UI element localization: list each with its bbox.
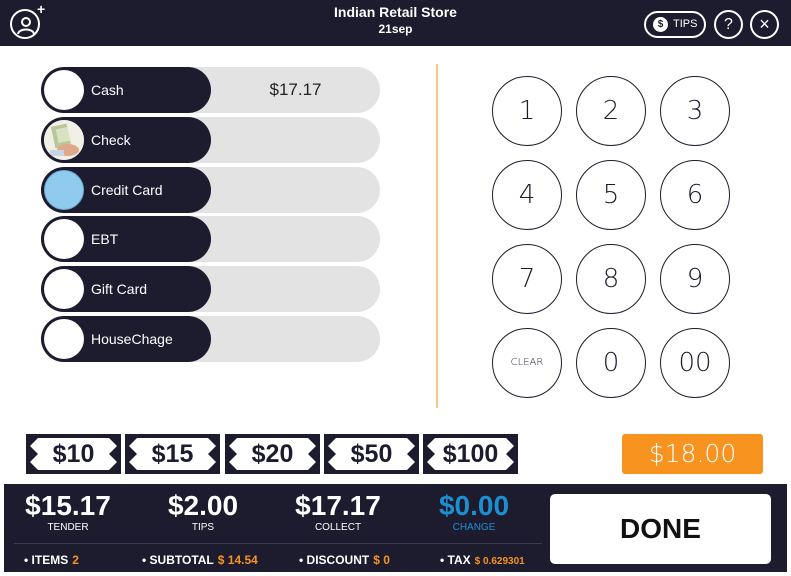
payment-amount[interactable]: $17.17	[211, 80, 380, 100]
subtotal-summary: • SUBTOTAL $ 14.54	[142, 553, 258, 567]
change-value: $0.00	[438, 490, 510, 521]
credit-card-icon	[44, 170, 84, 210]
payment-method-credit-card[interactable]: Credit Card	[41, 167, 380, 213]
payment-method-label: Gift Card	[91, 281, 148, 297]
summary-footer: $15.17 TENDER $2.00 TIPS $17.17 COLLECT …	[4, 484, 787, 572]
keypad-key-9[interactable]: 9	[660, 244, 730, 314]
quick-cash-20-button[interactable]: $20	[225, 434, 320, 474]
discount-label: • DISCOUNT	[299, 553, 370, 567]
payment-method-pill[interactable]: EBT	[41, 216, 211, 262]
tips-value: $2.00	[167, 490, 239, 521]
check-photo-icon	[44, 120, 84, 160]
header-bar: + Indian Retail Store 21sep $ TIPS ? ×	[0, 0, 791, 46]
payment-method-pill[interactable]: Gift Card	[41, 266, 211, 312]
subtotal-value: $ 14.54	[217, 553, 258, 567]
quick-cash-label: $50	[350, 440, 393, 468]
keypad-key-1[interactable]: 1	[492, 76, 562, 146]
help-button[interactable]: ?	[714, 10, 743, 39]
collect-label: COLLECT	[314, 522, 362, 533]
payment-method-cash[interactable]: Cash $17.17	[41, 67, 380, 113]
payment-method-check[interactable]: Check	[41, 117, 380, 163]
tax-summary: • TAX $ 0.629301	[440, 553, 525, 567]
done-button[interactable]: DONE	[550, 494, 771, 564]
tips-stat-label: TIPS	[191, 522, 215, 533]
tips-button[interactable]: $ TIPS	[644, 11, 706, 38]
payment-method-label: Cash	[91, 82, 124, 98]
keypad-clear-button[interactable]: CLEAR	[492, 328, 562, 398]
keypad-key-5[interactable]: 5	[576, 160, 646, 230]
items-summary: • ITEMS 2	[24, 553, 79, 567]
vertical-divider	[436, 64, 438, 408]
ebt-icon	[44, 219, 84, 259]
change-stat: $0.00 CHANGE	[419, 490, 529, 534]
tender-label: TENDER	[47, 522, 89, 533]
quick-cash-label: $15	[151, 440, 194, 468]
close-button[interactable]: ×	[750, 10, 779, 39]
subtotal-label: • SUBTOTAL	[142, 553, 214, 567]
items-label: • ITEMS	[24, 553, 69, 567]
payment-method-house-charge[interactable]: HouseChage	[41, 316, 380, 362]
quick-cash-10-button[interactable]: $10	[26, 434, 121, 474]
keypad-key-7[interactable]: 7	[492, 244, 562, 314]
quick-cash-label: $20	[251, 440, 294, 468]
tips-label: TIPS	[673, 18, 698, 30]
payment-method-gift-card[interactable]: Gift Card	[41, 266, 380, 312]
payment-method-label: Check	[91, 132, 131, 148]
keypad-key-3[interactable]: 3	[660, 76, 730, 146]
cash-icon	[44, 70, 84, 110]
payment-method-pill[interactable]: Credit Card	[41, 167, 211, 213]
discount-summary: • DISCOUNT $ 0	[299, 553, 390, 567]
payment-method-label: HouseChage	[91, 331, 173, 347]
tender-stat: $15.17 TENDER	[13, 490, 123, 534]
quick-cash-50-button[interactable]: $50	[324, 434, 419, 474]
payment-method-label: EBT	[91, 231, 119, 247]
payment-method-ebt[interactable]: EBT	[41, 216, 380, 262]
gift-card-icon	[44, 269, 84, 309]
quick-cash-100-button[interactable]: $100	[423, 434, 518, 474]
checkout-screen: + Indian Retail Store 21sep $ TIPS ? × C…	[0, 0, 791, 576]
discount-value: $ 0	[373, 553, 390, 567]
keypad-key-00[interactable]: 00	[660, 328, 730, 398]
quick-cash-label: $10	[52, 440, 95, 468]
payment-method-pill[interactable]: Cash	[41, 67, 211, 113]
payment-method-label: Credit Card	[91, 182, 163, 198]
collect-value: $17.17	[295, 490, 381, 521]
payment-method-pill[interactable]: HouseChage	[41, 316, 211, 362]
tax-label: • TAX	[440, 553, 471, 567]
dollar-coin-icon: $	[653, 17, 668, 32]
keypad-key-8[interactable]: 8	[576, 244, 646, 314]
tips-stat: $2.00 TIPS	[148, 490, 258, 534]
quick-cash-15-button[interactable]: $15	[125, 434, 220, 474]
collect-stat: $17.17 COLLECT	[283, 490, 393, 534]
tax-value: $ 0.629301	[474, 556, 525, 567]
keypad-key-0[interactable]: 0	[576, 328, 646, 398]
payment-method-pill[interactable]: Check	[41, 117, 211, 163]
change-label: CHANGE	[452, 522, 496, 533]
summary-divider	[14, 543, 542, 544]
items-value: 2	[72, 553, 79, 567]
quick-cash-label: $100	[442, 440, 499, 468]
keypad-key-6[interactable]: 6	[660, 160, 730, 230]
tender-value: $15.17	[25, 490, 111, 521]
exact-total-button[interactable]: $18.00	[622, 434, 763, 474]
keypad-key-2[interactable]: 2	[576, 76, 646, 146]
keypad-key-4[interactable]: 4	[492, 160, 562, 230]
house-charge-icon	[44, 319, 84, 359]
